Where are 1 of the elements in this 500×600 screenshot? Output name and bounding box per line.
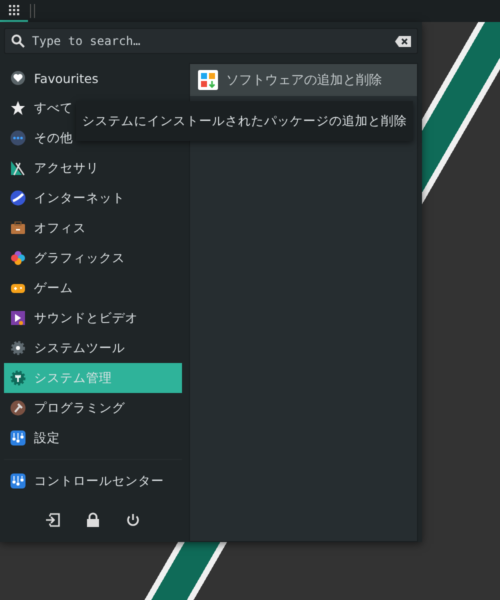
tooltip: システムにインストールされたパッケージの追加と削除 bbox=[76, 101, 413, 141]
